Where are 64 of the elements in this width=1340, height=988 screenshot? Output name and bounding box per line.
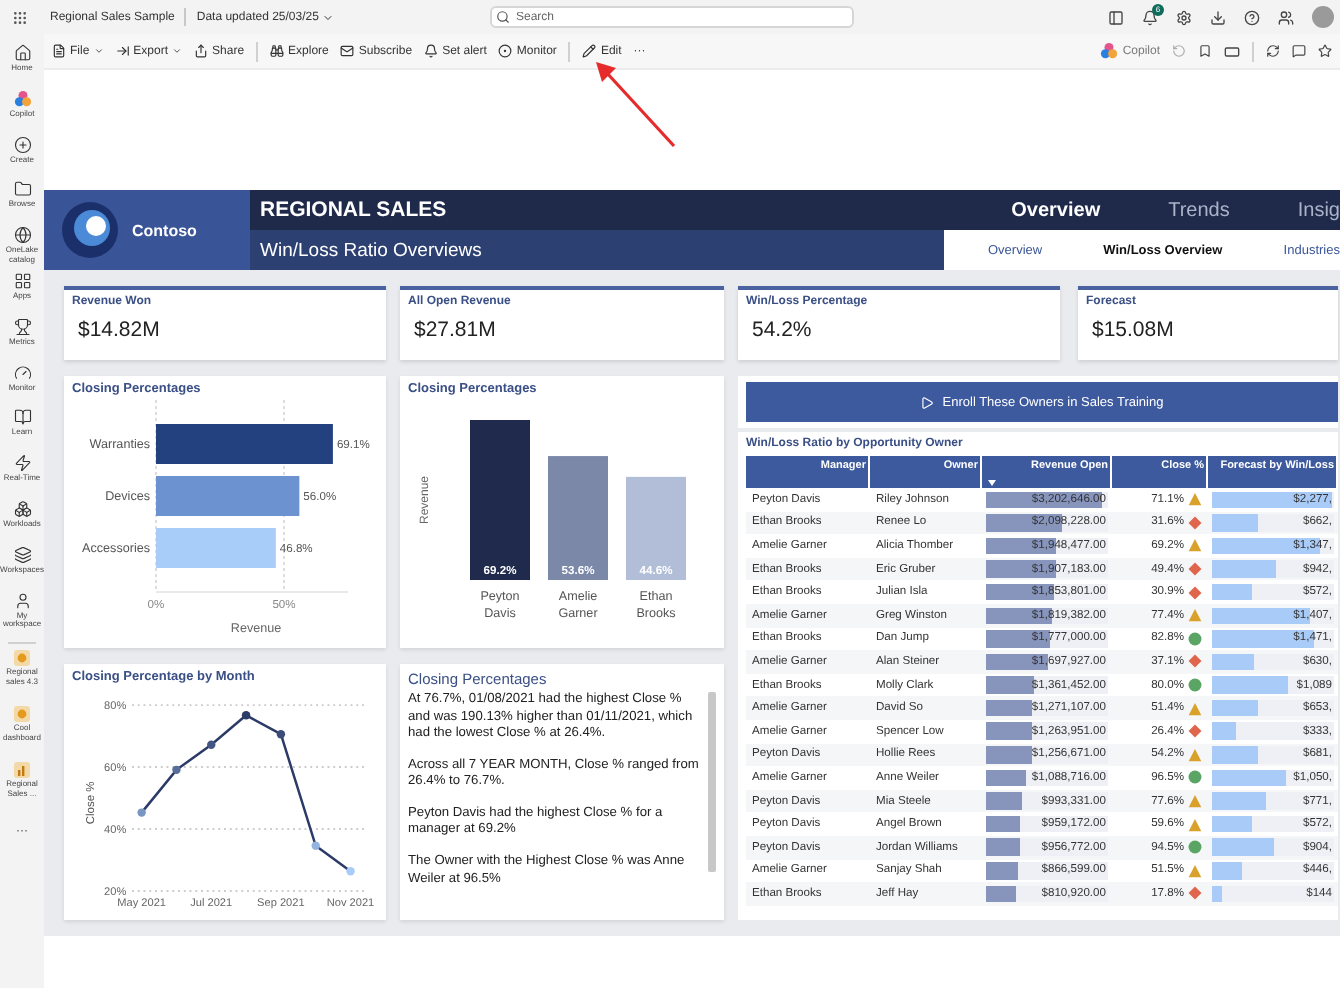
play-icon [920,395,935,409]
kpi-value: 54.2% [750,318,814,342]
page-tab[interactable]: Trends [1168,199,1230,221]
house-icon [13,44,31,62]
document-icon [52,44,66,58]
help-icon[interactable] [1244,9,1260,25]
data-point [346,866,355,876]
data-point [172,765,181,775]
avatar[interactable] [1312,6,1334,28]
mail-icon [340,44,355,58]
pencil-icon [582,44,597,58]
boxes-icon [13,499,31,518]
trophy-icon [13,317,31,336]
folder-icon [13,180,31,199]
binoculars-icon [270,44,285,58]
data-point [276,730,286,739]
chart-icon [14,762,30,779]
book-icon [13,408,31,427]
page-tab[interactable]: Overview [1011,199,1101,221]
bar [548,456,608,580]
gauge-icon [13,363,31,382]
share-icon [194,44,209,58]
data-point [137,808,146,817]
app-launcher-icon[interactable] [12,9,28,25]
kpi-value: $27.81M [412,318,498,342]
data-point [207,740,216,749]
kpi-value: $15.08M [1090,318,1176,342]
star-icon[interactable] [1318,44,1332,58]
plus-icon [13,135,31,154]
copilot-icon [1100,42,1119,60]
people-icon[interactable] [1278,9,1294,25]
bell-icon [424,44,439,58]
search-icon [496,10,510,24]
data-point [241,711,251,720]
report-icon [14,706,30,723]
bar [156,476,300,516]
annotation-arrow [594,60,678,148]
logo-text: Contoso [132,221,197,239]
bar [626,476,686,580]
panel-icon[interactable] [1108,9,1124,25]
logo-icon [60,200,120,260]
settings-icon[interactable] [1176,9,1192,25]
globe-icon [13,226,31,245]
export-icon [115,44,130,58]
scrollbar[interactable] [708,692,716,872]
bookmark-icon[interactable] [1198,44,1212,58]
comment-icon[interactable] [1292,44,1306,58]
kpi-value: $14.82M [76,318,162,342]
report-heading: REGIONAL SALES [260,198,447,222]
report-icon [14,650,30,667]
view-icon[interactable] [1224,43,1240,59]
dot-icon [498,44,513,58]
copilot-icon [13,89,31,108]
report-subtitle: Win/Loss Ratio Overviews [250,230,944,270]
lightning-icon [13,454,31,473]
grid-icon [13,271,31,290]
layers-icon [13,545,31,564]
data-point [311,841,320,850]
page-tab[interactable]: Insig [1297,199,1340,221]
download-icon[interactable] [1210,9,1226,25]
bar [156,528,276,568]
user-icon [13,591,31,610]
refresh-icon[interactable] [1266,44,1280,58]
chevron-icon [322,11,335,23]
